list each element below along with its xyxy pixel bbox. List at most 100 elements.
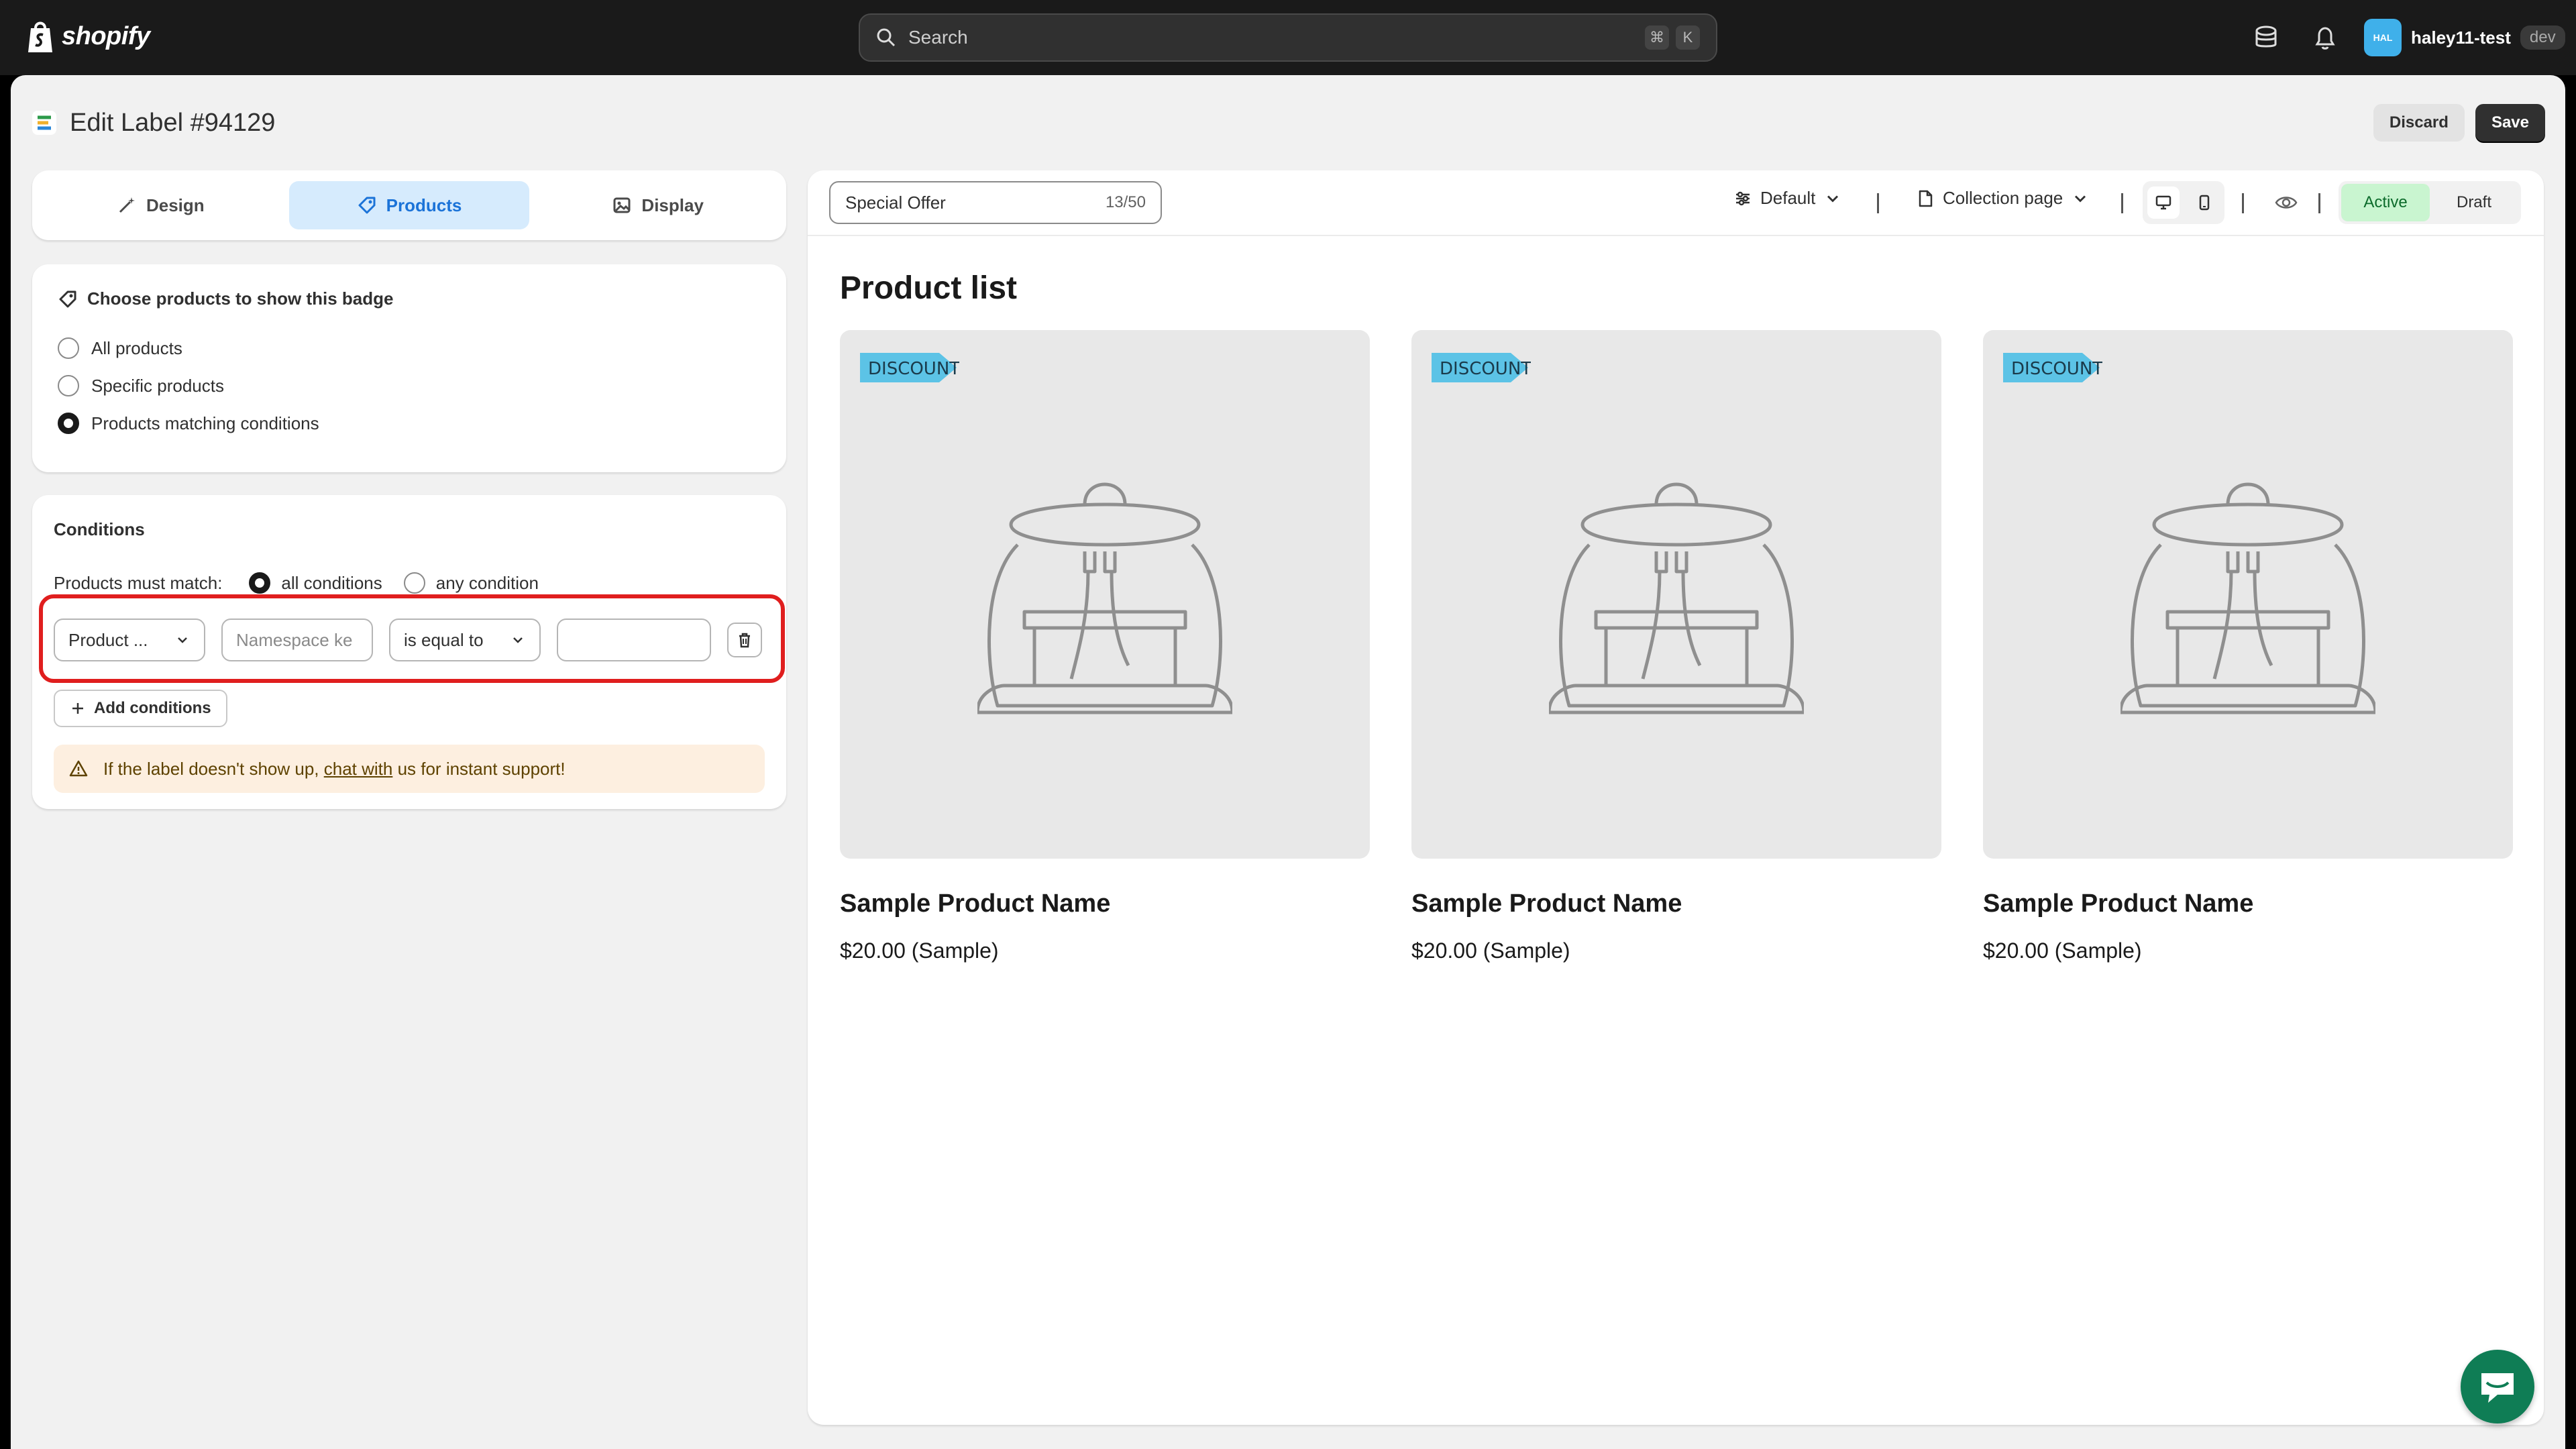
option-label: any condition bbox=[435, 572, 539, 593]
chat-with-link[interactable]: chat with bbox=[324, 759, 393, 779]
radio-button-selected[interactable] bbox=[58, 413, 79, 434]
product-card: DISCOUNT Sample Product Name $20.00 (Sam… bbox=[1983, 330, 2513, 963]
product-image: DISCOUNT bbox=[1411, 330, 1941, 859]
wand-icon bbox=[119, 197, 135, 213]
toolbar-divider bbox=[2318, 193, 2320, 213]
condition-value-input[interactable] bbox=[557, 619, 711, 661]
product-card: DISCOUNT Sample Product Name $20.00 (Sam… bbox=[840, 330, 1370, 963]
k-key: K bbox=[1676, 25, 1700, 50]
chevron-down-icon bbox=[2075, 195, 2086, 203]
conditions-title: Conditions bbox=[54, 519, 145, 539]
user-menu[interactable]: HAL haley11-test dev bbox=[2364, 19, 2565, 56]
discount-badge: DISCOUNT bbox=[1432, 353, 1531, 382]
shopify-bag-icon bbox=[28, 21, 52, 52]
choose-heading-text: Choose products to show this badge bbox=[87, 288, 394, 309]
chat-support-button[interactable] bbox=[2461, 1350, 2534, 1424]
label-name-value: Special Offer bbox=[845, 192, 946, 213]
option-specific-products[interactable]: Specific products bbox=[58, 375, 761, 396]
status-draft-button[interactable]: Draft bbox=[2430, 184, 2518, 221]
env-badge: dev bbox=[2520, 25, 2565, 50]
product-card: DISCOUNT Sample Product Name $20.00 (Sam… bbox=[1411, 330, 1941, 963]
sliders-icon bbox=[1736, 191, 1750, 205]
support-warning-banner: If the label doesn't show up, chat with … bbox=[54, 745, 765, 793]
product-list-title: Product list bbox=[840, 270, 1018, 306]
toolbar-divider bbox=[1877, 193, 1879, 213]
mobile-icon bbox=[2199, 195, 2209, 211]
tab-display[interactable]: Display bbox=[537, 181, 778, 229]
label-name-count: 13/50 bbox=[1105, 193, 1146, 211]
product-price: $20.00 (Sample) bbox=[840, 938, 999, 963]
tag-icon bbox=[59, 290, 76, 307]
option-label: all conditions bbox=[281, 572, 382, 593]
search-bar[interactable]: Search ⌘ K bbox=[859, 13, 1717, 62]
tab-label: Display bbox=[641, 195, 704, 215]
warning-suffix: us for instant support! bbox=[392, 758, 566, 779]
select-value: Product ... bbox=[68, 629, 148, 650]
radio-button[interactable] bbox=[58, 337, 79, 359]
app-frame: Edit Label #94129 Discard Save Design Pr… bbox=[11, 75, 2565, 1449]
store-name: haley11-test bbox=[2411, 27, 2511, 48]
product-image: DISCOUNT bbox=[840, 330, 1370, 859]
top-bar: shopify Search ⌘ K HAL haley11-test dev bbox=[0, 0, 2576, 75]
product-name[interactable]: Sample Product Name bbox=[840, 890, 1370, 918]
database-icon[interactable] bbox=[2251, 23, 2281, 52]
chevron-down-icon bbox=[1827, 195, 1839, 203]
chevron-down-icon bbox=[178, 637, 187, 643]
badge-text: DISCOUNT bbox=[868, 359, 959, 379]
radio-button[interactable] bbox=[403, 572, 425, 594]
brand-name: shopify bbox=[62, 21, 150, 50]
warning-text: If the label doesn't show up, chat with … bbox=[103, 759, 566, 780]
tag-icon bbox=[358, 197, 376, 214]
radio-button-selected[interactable] bbox=[249, 572, 271, 594]
mobile-view-button[interactable] bbox=[2188, 186, 2220, 219]
status-toggle: Active Draft bbox=[2339, 181, 2521, 224]
backpack-icon bbox=[1549, 482, 1804, 714]
page-icon bbox=[1919, 190, 1933, 207]
search-icon bbox=[877, 28, 896, 47]
product-price: $20.00 (Sample) bbox=[1983, 938, 2142, 963]
page-type-select[interactable]: Collection page bbox=[1916, 188, 2090, 209]
badge-text: DISCOUNT bbox=[1440, 359, 1531, 379]
match-mode: Products must match: all conditions any … bbox=[54, 572, 765, 594]
desktop-icon bbox=[2155, 195, 2171, 210]
status-active-button[interactable]: Active bbox=[2341, 184, 2430, 221]
save-button[interactable]: Save bbox=[2475, 104, 2545, 142]
delete-condition-button[interactable] bbox=[727, 623, 762, 657]
product-price: $20.00 (Sample) bbox=[1411, 938, 1570, 963]
tab-design[interactable]: Design bbox=[40, 181, 281, 229]
warning-icon bbox=[69, 760, 88, 777]
preview-toolbar: Special Offer 13/50 Default Collection p… bbox=[808, 170, 2544, 236]
option-label: All products bbox=[91, 337, 182, 358]
discard-button[interactable]: Discard bbox=[2373, 104, 2465, 142]
condition-field-select[interactable]: Product ... bbox=[54, 619, 205, 661]
app-logo-icon bbox=[32, 111, 56, 135]
match-any-option[interactable]: any condition bbox=[403, 572, 539, 594]
match-label: Products must match: bbox=[54, 572, 223, 593]
radio-button[interactable] bbox=[58, 375, 79, 396]
device-toggle bbox=[2143, 181, 2224, 224]
eye-icon[interactable] bbox=[2274, 191, 2298, 215]
product-name[interactable]: Sample Product Name bbox=[1411, 890, 1941, 918]
option-matching-conditions[interactable]: Products matching conditions bbox=[58, 413, 761, 434]
product-name[interactable]: Sample Product Name bbox=[1983, 890, 2513, 918]
warning-prefix: If the label doesn't show up, bbox=[103, 758, 324, 779]
bell-icon[interactable] bbox=[2310, 23, 2340, 52]
search-placeholder: Search bbox=[908, 27, 968, 48]
option-all-products[interactable]: All products bbox=[58, 337, 761, 359]
add-conditions-button[interactable]: Add conditions bbox=[54, 690, 227, 727]
desktop-view-button[interactable] bbox=[2147, 186, 2180, 219]
preview-panel: Special Offer 13/50 Default Collection p… bbox=[808, 170, 2544, 1425]
theme-select[interactable]: Default bbox=[1733, 188, 1842, 209]
plus-icon bbox=[72, 703, 83, 714]
toolbar-divider bbox=[2242, 193, 2244, 213]
shopify-logo[interactable]: shopify bbox=[25, 19, 150, 54]
toolbar-divider bbox=[2121, 193, 2123, 213]
match-all-option[interactable]: all conditions bbox=[249, 572, 382, 594]
tab-products[interactable]: Products bbox=[288, 181, 530, 229]
namespace-key-input[interactable]: Namespace ke bbox=[221, 619, 373, 661]
discount-badge: DISCOUNT bbox=[2003, 353, 2102, 382]
label-name-input[interactable]: Special Offer 13/50 bbox=[829, 181, 1162, 224]
add-conditions-label: Add conditions bbox=[94, 699, 211, 717]
condition-operator-select[interactable]: is equal to bbox=[389, 619, 541, 661]
option-label: Specific products bbox=[91, 375, 224, 396]
